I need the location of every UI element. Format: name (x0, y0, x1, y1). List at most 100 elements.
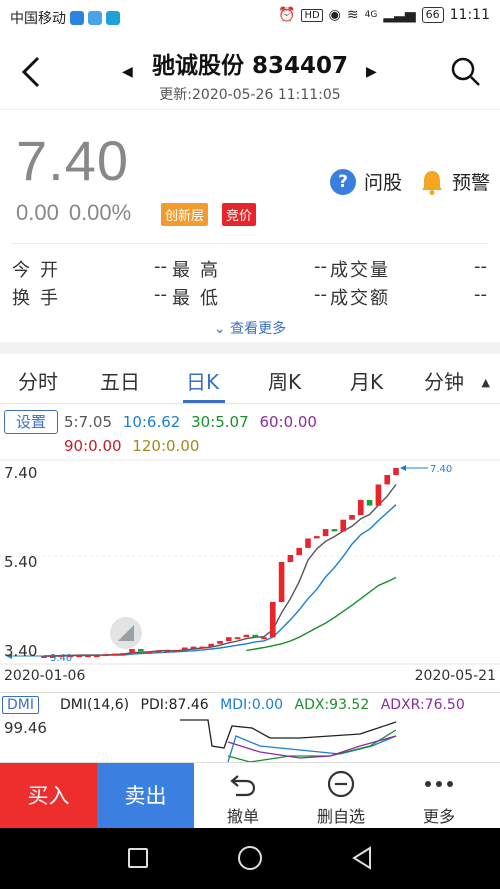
candle (349, 515, 355, 520)
volume-value: -- (474, 256, 487, 277)
high-label: 最高 (172, 260, 228, 281)
candle (138, 649, 144, 652)
volume-label: 成交量 (330, 260, 390, 281)
cancel-order-button[interactable]: 撤单 (194, 763, 292, 829)
clock-label: 11:11 (449, 7, 490, 23)
ma-legend-2: 90:0.00 120:0.00 (64, 437, 205, 455)
wifi-icon: ≋ (346, 7, 359, 23)
candle (278, 562, 285, 602)
next-stock-icon[interactable]: ▶ (366, 64, 377, 80)
show-more-link[interactable]: ⌄ 查看更多 (0, 318, 500, 338)
tab-five-day[interactable]: 五日 (100, 366, 140, 395)
recent-apps-icon[interactable] (128, 848, 148, 868)
update-time: 更新:2020-05-26 11:11:05 (159, 87, 341, 103)
ask-button[interactable]: ? 问股 (330, 168, 402, 195)
candle (358, 500, 364, 515)
amount-value: -- (474, 284, 487, 305)
dmi-mdi-line (227, 735, 397, 762)
dmi-adxr: ADXR:76.50 (380, 697, 465, 713)
active-tab-indicator (183, 400, 225, 403)
remove-favorite-button[interactable]: 删自选 (292, 763, 390, 829)
max-marker-arrow (400, 465, 406, 471)
header: ◀ 驰诚股份 834407 ▶ 更新:2020-05-26 11:11:05 (0, 34, 500, 110)
candle (296, 547, 302, 555)
section-gap (0, 342, 500, 354)
candle (146, 651, 153, 654)
quote-grid: 今开 -- 最高 -- 成交量 -- 换手 -- 最低 -- 成交额 -- (0, 256, 500, 312)
quote-row: 换手 -- 最低 -- 成交额 -- (0, 284, 500, 312)
candlestick-chart[interactable]: 7.40 3.40 (0, 458, 500, 666)
caret-up-icon[interactable]: ▲ (482, 376, 490, 389)
min-marker-label: 3.40 (50, 653, 72, 664)
more-dots-icon (425, 781, 453, 787)
tab-minute[interactable]: 分钟 (424, 366, 464, 395)
show-more-label: 查看更多 (230, 321, 287, 337)
candle (102, 654, 109, 657)
settings-button[interactable]: 设置 (4, 410, 58, 434)
y-axis-label-mid: 5.40 (4, 553, 38, 571)
action-bar: 买入 卖出 撤单 删自选 更多 (0, 762, 500, 829)
candle (164, 650, 170, 653)
x-axis-end-date: 2020-05-21 (414, 668, 496, 684)
alert-label: 预警 (452, 172, 491, 194)
candle (252, 634, 258, 638)
more-button[interactable]: 更多 (390, 763, 488, 829)
candle (85, 655, 91, 658)
ma60-value: 60:0.00 (259, 413, 317, 431)
carrier-label: 中国移动 (10, 11, 66, 27)
candle (261, 637, 267, 640)
quote-row: 今开 -- 最高 -- 成交量 -- (0, 256, 500, 284)
dmi-indicator-button[interactable]: DMI (2, 696, 39, 714)
candle (270, 601, 276, 638)
dmi-adx: ADX:93.52 (294, 697, 370, 713)
chevron-down-icon: ⌄ (213, 321, 226, 337)
page-title: 驰诚股份 834407 (151, 53, 349, 79)
tab-weekly-k[interactable]: 周K (268, 366, 301, 395)
tab-daily-k[interactable]: 日K (186, 366, 219, 395)
battery-icon: 66 (421, 7, 444, 23)
candle (384, 475, 390, 485)
back-triangle-icon[interactable] (350, 846, 374, 870)
candle (173, 649, 179, 652)
home-icon[interactable] (238, 846, 262, 870)
signal-icon: ▂▃▅ (383, 7, 416, 23)
paper-plane-icon (88, 11, 102, 25)
candle (155, 650, 162, 653)
candle (331, 529, 338, 532)
sell-button[interactable]: 卖出 (97, 763, 194, 829)
remove-favorite-label: 删自选 (316, 807, 365, 826)
candle (287, 555, 294, 562)
search-icon[interactable] (450, 56, 482, 88)
cancel-order-label: 撤单 (226, 807, 259, 826)
change-percent: 0.00% (68, 200, 132, 225)
low-label: 最低 (172, 288, 228, 309)
candle (314, 536, 320, 539)
dmi-adxr-line (227, 735, 397, 759)
more-label: 更多 (422, 807, 455, 826)
status-right: ⏰ HD ◉ ≋ 4G ▂▃▅ 66 11:11 (278, 7, 490, 23)
buy-button[interactable]: 买入 (0, 763, 97, 829)
amount-label: 成交额 (330, 288, 390, 309)
candle (375, 484, 382, 506)
status-bar: 中国移动 ⏰ HD ◉ ≋ 4G ▂▃▅ 66 11:11 (0, 0, 500, 34)
candle (226, 637, 232, 641)
candle (322, 529, 329, 537)
change-value: 0.00 (16, 200, 59, 225)
turnover-label: 换手 (12, 288, 68, 309)
ma5-line (44, 484, 397, 657)
question-icon: ? (330, 168, 356, 195)
dmi-chart (180, 719, 397, 762)
candle (199, 646, 206, 649)
dmi-legend-row: DMI DMI(14,6) PDI:87.46 MDI:0.00 ADX:93.… (0, 692, 500, 716)
tab-monthly-k[interactable]: 月K (350, 366, 383, 395)
candle (217, 641, 223, 644)
max-marker-label: 7.40 (430, 464, 452, 475)
ma90-value: 90:0.00 (64, 437, 122, 455)
candle (76, 655, 82, 658)
open-label: 今开 (12, 260, 68, 281)
tab-intraday[interactable]: 分时 (18, 366, 58, 395)
low-value: -- (314, 284, 327, 305)
period-tabs: 分时 五日 日K 周K 月K 分钟 ▲ (0, 354, 500, 404)
alert-button[interactable]: 预警 (420, 168, 490, 195)
high-value: -- (314, 256, 327, 277)
